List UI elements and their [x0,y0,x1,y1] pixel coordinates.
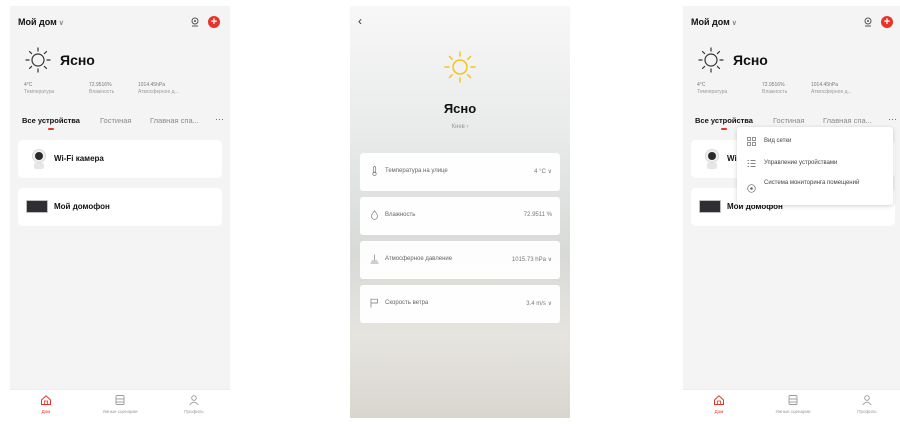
monitor-icon [747,184,756,193]
nav-scenes[interactable]: Умные сценарии [773,394,813,414]
nav-profile[interactable]: Профиль [174,394,214,414]
tab-living-room[interactable]: Гостиная [773,116,804,125]
stat-humidity: 72.9516% Влажность [762,82,788,95]
tab-indicator [48,128,54,130]
row-temperature[interactable]: Температура на улице 4 °C ∨ [360,153,560,191]
intercom-icon [699,200,721,213]
more-icon[interactable]: ··· [888,114,897,124]
home-selector[interactable]: Мой дом ∨ [691,17,737,27]
tab-living-room[interactable]: Гостиная [100,116,131,125]
camera-icon [705,149,719,169]
home-screen: Мой дом ∨ + Ясно 4°C Температура 72.9516% В… [10,6,230,418]
device-name: Wi-Fi камера [54,154,104,163]
location-icon[interactable] [863,17,873,27]
weather-title[interactable]: Ясно [60,52,95,68]
scenes-icon [788,395,798,405]
nav-scenes[interactable]: Умные сценарии [100,394,140,414]
device-name: Мой домофон [54,202,110,211]
pressure-icon [370,254,379,264]
droplet-icon [371,210,378,220]
wind-icon [370,298,378,308]
city-selector[interactable]: Киев › [350,124,570,130]
chevron-down-icon: ∨ [547,169,552,175]
stat-humidity: 72.9516% Влажность [89,82,115,95]
scenes-icon [115,395,125,405]
tab-bedroom[interactable]: Главная спа... [823,116,872,125]
add-icon[interactable]: + [208,16,220,28]
tab-all-devices[interactable]: Все устройства [22,116,80,125]
room-tabs: Все устройства Гостиная Главная спа... ·… [22,114,224,134]
grid-icon [747,137,756,146]
sun-icon [698,47,724,73]
bottom-nav: Дом Умные сценарии Профиль [683,389,900,418]
header: Мой дом ∨ + [18,16,222,32]
add-icon[interactable]: + [881,16,893,28]
nav-home[interactable]: Дом [26,394,66,414]
weather-title[interactable]: Ясно [733,52,768,68]
sun-icon [444,51,476,83]
back-icon[interactable]: ‹ [358,14,362,28]
stat-pressure: 1014.45hPa Атмосферное д... [811,82,852,95]
profile-icon [189,395,199,406]
chevron-down-icon: ∨ [547,257,552,263]
weather-title: Ясно [443,101,477,116]
intercom-icon [26,200,48,213]
row-value: 1015.73 hPa ∨ [511,257,552,263]
home-icon [41,395,51,405]
tab-all-devices[interactable]: Все устройства [695,116,753,125]
home-selector[interactable]: Мой дом ∨ [18,17,64,27]
device-card-camera[interactable]: Wi-Fi камера [18,140,222,178]
menu-item-room-monitoring[interactable]: Система мониторинга помещений [737,175,893,201]
stat-temperature: 4°C Температура [24,82,55,95]
home-screen-menu: Мой дом ∨ + Ясно 4°C Температура 72.9516% В… [683,6,900,418]
more-icon[interactable]: ··· [215,114,224,124]
chevron-down-icon: ∨ [58,20,64,27]
bottom-nav: Дом Умные сценарии Профиль [10,389,230,418]
profile-icon [862,395,872,406]
nav-profile[interactable]: Профиль [847,394,887,414]
chevron-down-icon: ∨ [547,301,552,307]
device-card-intercom[interactable]: Мой домофон [18,188,222,226]
camera-icon [32,149,46,169]
header: Мой дом ∨ + [691,16,895,32]
chevron-down-icon: ∨ [731,20,737,27]
tab-indicator [721,128,727,130]
stat-temperature: 4°C Температура [697,82,728,95]
home-icon [714,395,724,405]
row-value: 4 °C ∨ [534,169,552,175]
row-wind[interactable]: Скорость ветра 3.4 m/s ∨ [360,285,560,323]
nav-home[interactable]: Дом [699,394,739,414]
row-humidity[interactable]: Влажность 72.9511 % [360,197,560,235]
location-icon[interactable] [190,17,200,27]
dropdown-menu: Вид сетки Управление устройствами Систем… [737,127,893,205]
sun-icon [25,47,51,73]
list-icon [747,160,756,167]
menu-item-grid-view[interactable]: Вид сетки [737,131,893,151]
weather-detail-screen: ‹ Ясно Киев › Температура на улице 4 °C … [350,6,570,418]
menu-item-device-management[interactable]: Управление устройствами [737,153,893,173]
stat-pressure: 1014.45hPa Атмосферное д... [138,82,179,95]
chevron-right-icon: › [466,124,469,130]
row-value: 3.4 m/s ∨ [526,301,552,307]
row-pressure[interactable]: Атмосферное давление 1015.73 hPa ∨ [360,241,560,279]
tab-bedroom[interactable]: Главная спа... [150,116,199,125]
thermometer-icon [372,166,377,176]
